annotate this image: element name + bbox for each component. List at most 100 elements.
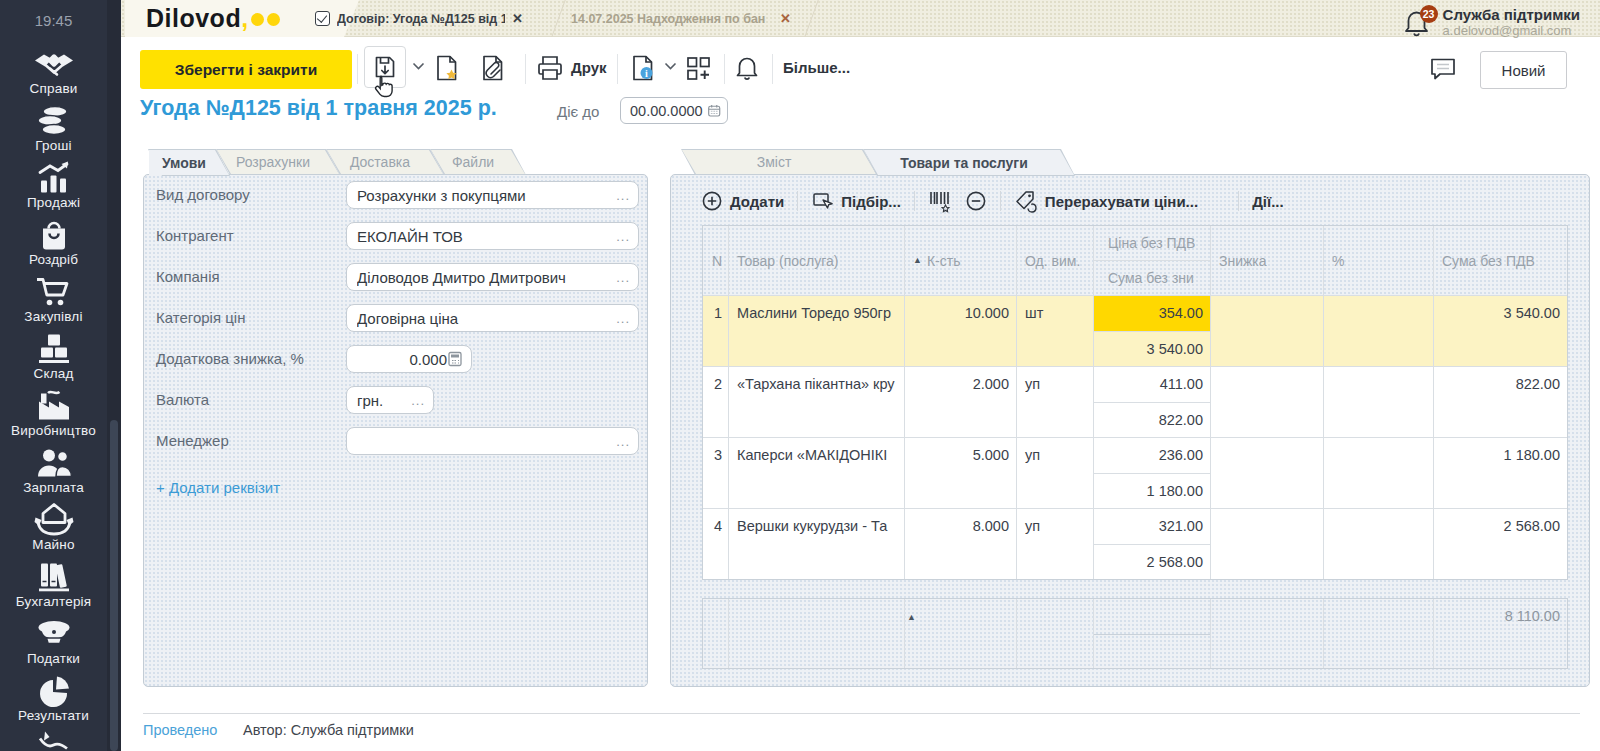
sidebar-item-podatky[interactable]: Податки bbox=[0, 616, 107, 666]
table-row[interactable]: 2 «Тархана пікантна» кру 2.000 уп 411.00… bbox=[703, 366, 1567, 437]
lookup-dots-icon[interactable]: ... bbox=[616, 229, 630, 244]
calendar-icon[interactable] bbox=[707, 102, 721, 119]
bag-icon bbox=[0, 217, 107, 252]
actions-button[interactable]: Дії... bbox=[1252, 193, 1284, 210]
print-button[interactable] bbox=[535, 54, 565, 82]
sidebar-item-hroshi[interactable]: Гроші bbox=[0, 103, 107, 153]
form-row: Контрагент ЕКОЛАЙН ТОВ... bbox=[156, 222, 637, 250]
tab-close-icon[interactable]: ✕ bbox=[780, 11, 791, 26]
sidebar-item-spravy[interactable]: Справи bbox=[0, 46, 107, 96]
pick-items-button[interactable]: Підбір... bbox=[811, 190, 901, 212]
app-window: 19:45 Справи Гроші Продажі Роздріб Закупівлі… bbox=[0, 0, 1600, 751]
remove-row-button[interactable] bbox=[965, 190, 987, 212]
sidebar-item-rozdrib[interactable]: Роздріб bbox=[0, 217, 107, 267]
lookup-dots-icon[interactable]: ... bbox=[616, 434, 630, 449]
structure-button[interactable] bbox=[684, 54, 713, 83]
document-star-button[interactable] bbox=[433, 54, 461, 82]
items-table: N Товар (послуга) ▲К-сть Од. вим. Ціна б… bbox=[702, 225, 1568, 580]
add-row-button[interactable]: Додати bbox=[701, 190, 784, 212]
chat-button[interactable] bbox=[1428, 56, 1458, 87]
table-row[interactable]: 3 Каперси «МАКІДОНІКІ 5.000 уп 236.001 1… bbox=[703, 437, 1567, 508]
document-attach-button[interactable] bbox=[479, 54, 507, 82]
tab-close-icon[interactable]: ✕ bbox=[512, 11, 523, 26]
cell-qty: 5.000 bbox=[905, 438, 1017, 508]
pie-icon bbox=[0, 673, 107, 708]
barcode-button[interactable] bbox=[928, 189, 952, 213]
sidebar-item-vyrobnytstvo[interactable]: Виробництво bbox=[0, 388, 107, 438]
qty-header: ▲К-сть bbox=[905, 226, 1017, 295]
info-menu-chevron[interactable] bbox=[664, 62, 677, 71]
panel-tab-Зміст[interactable]: Зміст bbox=[681, 149, 877, 175]
form-row: Додаткова знижка, % 0.000 bbox=[156, 345, 637, 373]
cell-percent bbox=[1324, 296, 1434, 366]
table-row[interactable]: 4 Вершки кукурудзи - Та 8.000 уп 321.002… bbox=[703, 508, 1567, 579]
status-badge[interactable]: Проведено bbox=[143, 722, 217, 738]
cell-discount bbox=[1211, 509, 1324, 579]
field-4[interactable]: 0.000 bbox=[346, 345, 472, 373]
document-tab-2[interactable]: 14.07.2025 Надходження по бан✕ bbox=[571, 0, 791, 37]
new-button[interactable]: Новий bbox=[1480, 51, 1567, 89]
cell-percent bbox=[1324, 509, 1434, 579]
cell-product: Маслини Торедо 950гр bbox=[729, 296, 905, 366]
notifications-bell[interactable]: 23 bbox=[1403, 8, 1430, 41]
table-row[interactable]: 1 Маслини Торедо 950гр 10.000 шт 354.003… bbox=[703, 295, 1567, 366]
more-button[interactable]: Більше... bbox=[783, 59, 850, 76]
lookup-dots-icon[interactable]: ... bbox=[616, 188, 630, 203]
clock: 19:45 bbox=[0, 12, 107, 29]
calculator-icon[interactable] bbox=[447, 351, 463, 367]
reminder-bell-button[interactable] bbox=[734, 54, 760, 81]
document-info-button[interactable]: i bbox=[629, 54, 657, 82]
valid-until-label: Діє до bbox=[557, 103, 599, 120]
sidebar-item-maino[interactable]: Майно bbox=[0, 502, 107, 552]
cart-icon bbox=[0, 274, 107, 309]
cell-percent bbox=[1324, 438, 1434, 508]
field-6[interactable]: ... bbox=[346, 427, 639, 455]
lookup-dots-icon[interactable]: ... bbox=[616, 311, 630, 326]
panel-tab-Товари та послуги[interactable]: Товари та послуги bbox=[863, 149, 1075, 176]
logo-dot bbox=[267, 13, 280, 26]
cell-discount bbox=[1211, 296, 1324, 366]
sidebar-item-rezultaty[interactable]: Результати bbox=[0, 673, 107, 723]
panel-tab-Файли[interactable]: Файли bbox=[430, 149, 526, 175]
sidebar-item-zarplata[interactable]: Зарплата bbox=[0, 445, 107, 495]
sidebar-scrollbar[interactable] bbox=[107, 0, 121, 751]
add-requisite-link[interactable]: + Додати реквізит bbox=[156, 479, 280, 496]
field-0[interactable]: Розрахунки з покупцями... bbox=[346, 181, 639, 209]
user-name[interactable]: Служба підтримки bbox=[1443, 6, 1580, 23]
form-row: Компанія Діловодов Дмитро Дмитрович... bbox=[156, 263, 637, 291]
form-row: Валюта грн.... bbox=[156, 386, 637, 414]
cell-unit: уп bbox=[1017, 367, 1094, 437]
field-5[interactable]: грн.... bbox=[346, 386, 434, 414]
table-header: N Товар (послуга) ▲К-сть Од. вим. Ціна б… bbox=[703, 226, 1567, 295]
cap-icon bbox=[0, 616, 107, 651]
field-3[interactable]: Договірна ціна... bbox=[346, 304, 639, 332]
save-and-close-button[interactable]: Зберегти і закрити bbox=[140, 50, 352, 89]
field-1[interactable]: ЕКОЛАЙН ТОВ... bbox=[346, 222, 639, 250]
lookup-dots-icon[interactable]: ... bbox=[411, 393, 425, 408]
recalculate-prices-button[interactable]: Перерахувати ціни... bbox=[1014, 189, 1198, 213]
people-icon bbox=[0, 445, 107, 480]
field-2[interactable]: Діловодов Дмитро Дмитрович... bbox=[346, 263, 639, 291]
form-row: Категорія цін Договірна ціна... bbox=[156, 304, 637, 332]
panel-tab-Доставка[interactable]: Доставка bbox=[326, 149, 444, 175]
sidebar-item-partial[interactable] bbox=[0, 730, 107, 751]
panel-tab-Розрахунки[interactable]: Розрахунки bbox=[216, 149, 340, 175]
sidebar-item-bukhhalteriia[interactable]: Бухгалтерія bbox=[0, 559, 107, 609]
cell-unit: уп bbox=[1017, 438, 1094, 508]
save-menu-chevron[interactable] bbox=[412, 62, 425, 71]
document-title: Угода №Д125 від 1 травня 2025 р. bbox=[140, 96, 497, 121]
cell-price: 354.003 540.00 bbox=[1094, 296, 1211, 366]
cell-total: 822.00 bbox=[1434, 367, 1567, 437]
items-toolbar: Додати Підбір... Перерахувати ціни... Ді… bbox=[701, 186, 1284, 216]
sidebar-item-zakupivli[interactable]: Закупівлі bbox=[0, 274, 107, 324]
partial-icon bbox=[0, 730, 107, 751]
coins-icon bbox=[0, 103, 107, 138]
print-label[interactable]: Друк bbox=[571, 59, 607, 76]
sidebar-scrollbar-thumb[interactable] bbox=[110, 420, 118, 751]
sidebar-item-sklad[interactable]: Склад bbox=[0, 331, 107, 381]
valid-until-field[interactable]: 00.00.0000 bbox=[620, 97, 728, 124]
lookup-dots-icon[interactable]: ... bbox=[616, 270, 630, 285]
sidebar-item-prodazhi[interactable]: Продажі bbox=[0, 160, 107, 210]
document-tab-1[interactable]: Договір: Угода №Д125 від 1 тра✕ bbox=[315, 0, 523, 37]
tab-checkbox-icon[interactable] bbox=[315, 11, 330, 26]
